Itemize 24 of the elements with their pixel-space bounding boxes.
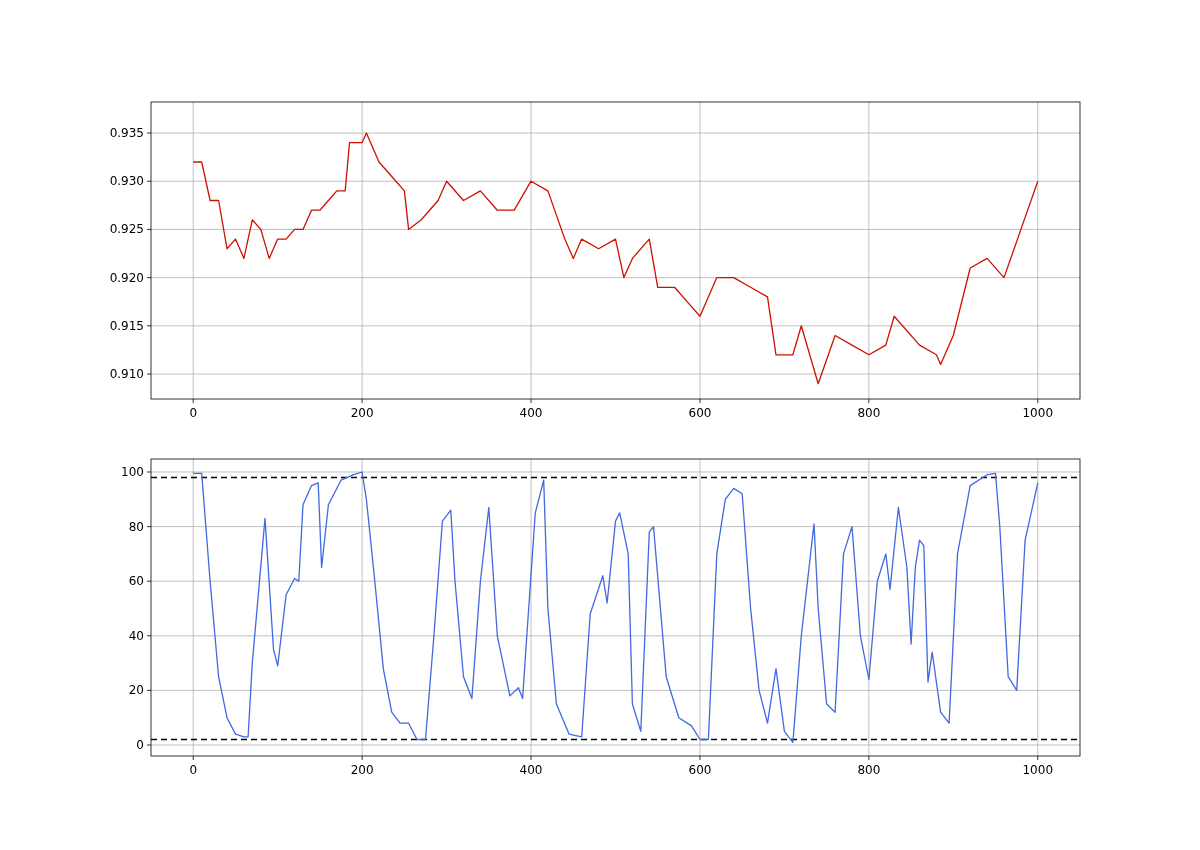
tick-label: 80 (128, 519, 144, 534)
tick-label: 0 (189, 763, 198, 777)
tick-label: 60 (128, 574, 144, 589)
tick-label: 600 (688, 763, 712, 777)
tick-label: 0 (136, 738, 144, 752)
tick-label: 600 (688, 406, 712, 420)
tick-label: 0.915 (109, 318, 144, 333)
tick-label: 40 (128, 628, 144, 643)
tick-label: 0.930 (109, 174, 144, 189)
tick-label: 0.920 (109, 270, 144, 285)
tick-label: 400 (519, 406, 543, 420)
tick-label: 0.910 (109, 367, 144, 382)
tick-label: 0.935 (109, 126, 144, 141)
tick-label: 0 (189, 406, 198, 420)
tick-label: 100 (121, 465, 144, 479)
tick-label: 800 (857, 406, 881, 420)
tick-label: 200 (350, 763, 374, 777)
tick-label: 800 (857, 763, 881, 777)
tick-label: 0.925 (109, 222, 144, 237)
tick-label: 1000 (1022, 406, 1054, 420)
tick-label: 200 (350, 406, 374, 420)
tick-label: 400 (519, 763, 543, 777)
tick-label: 1000 (1022, 763, 1054, 777)
tick-label: 20 (128, 683, 144, 698)
